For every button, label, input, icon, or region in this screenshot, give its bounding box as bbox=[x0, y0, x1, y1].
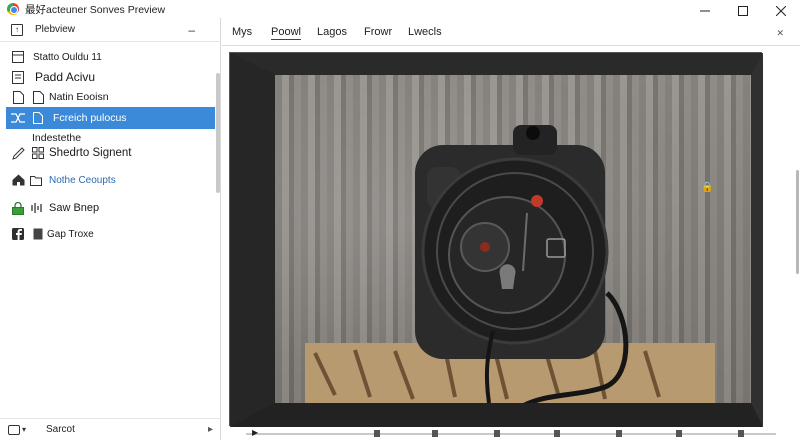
app-logo-icon bbox=[7, 3, 19, 15]
collapse-button[interactable]: – bbox=[188, 23, 195, 37]
tab-mys[interactable]: Mys bbox=[232, 26, 252, 38]
sidebar-header-label: Plebview bbox=[35, 24, 76, 35]
sidebar-item-saw[interactable]: Saw Bnep bbox=[0, 198, 216, 218]
tab-lwecls[interactable]: Lwecls bbox=[408, 26, 442, 38]
sidebar-item-label: Saw Bnep bbox=[49, 202, 100, 214]
sidebar-item-label: Nothe Ceoupts bbox=[49, 174, 116, 186]
timeline[interactable]: ▶ bbox=[246, 427, 776, 440]
footer-label: Sarcot bbox=[46, 424, 75, 435]
window-title: 最好acteuner Sonves Preview bbox=[25, 3, 166, 16]
lock-badge-icon: 🔒 bbox=[701, 182, 714, 193]
audio-icon bbox=[31, 201, 45, 215]
chevron-down-icon[interactable]: ▾ bbox=[22, 425, 26, 434]
maximize-icon bbox=[738, 6, 748, 16]
timeline-marker[interactable] bbox=[554, 430, 560, 437]
sidebar-item-label: Padd Acivu bbox=[35, 70, 96, 84]
sidebar-item-nothe[interactable]: Nothe Ceoupts bbox=[0, 170, 216, 190]
layers-icon bbox=[31, 227, 45, 241]
shuffle-icon bbox=[11, 111, 25, 125]
timeline-marker[interactable] bbox=[432, 430, 438, 437]
sidebar-item-label: Fcreich pulocus bbox=[53, 112, 127, 124]
upload-icon: ↑ bbox=[11, 23, 23, 36]
grid-icon bbox=[31, 146, 45, 160]
pencil-icon bbox=[11, 146, 25, 160]
sidebar-item-label: Natin Eooisn bbox=[49, 91, 109, 103]
preview-photo bbox=[275, 75, 751, 403]
minimize-icon bbox=[700, 10, 710, 12]
timeline-marker[interactable] bbox=[738, 430, 744, 437]
lock-icon bbox=[11, 201, 25, 215]
timeline-marker[interactable] bbox=[374, 430, 380, 437]
sidebar: ↑ Plebview – Statto Ouldu 11 Padd Acivu bbox=[0, 18, 221, 440]
preview-scrollbar[interactable] bbox=[796, 170, 799, 274]
sidebar-header: ↑ Plebview – bbox=[0, 18, 221, 42]
close-tab-icon[interactable]: ✕ bbox=[776, 28, 784, 39]
timeline-marker[interactable] bbox=[616, 430, 622, 437]
image-preview bbox=[229, 52, 763, 427]
sidebar-item-padd[interactable]: Padd Acivu bbox=[0, 67, 216, 87]
close-icon bbox=[776, 6, 786, 16]
tab-lagos[interactable]: Lagos bbox=[317, 26, 347, 38]
sidebar-item-label: Statto Ouldu 11 bbox=[33, 52, 102, 63]
page-icon bbox=[11, 90, 25, 104]
sidebar-item-shedrto[interactable]: Shedrto Signent bbox=[0, 143, 216, 163]
camera-photo bbox=[305, 125, 715, 403]
playhead-icon[interactable]: ▶ bbox=[252, 428, 258, 437]
statto-label: Statto Ouldu 11 bbox=[33, 51, 102, 63]
folder-icon bbox=[29, 173, 43, 187]
right-panel bbox=[766, 52, 800, 426]
tab-frowr[interactable]: Frowr bbox=[364, 26, 392, 38]
tab-bar: Mys Poowl Lagos Frowr Lwecls ✕ bbox=[222, 18, 800, 46]
layout-icon bbox=[11, 50, 25, 64]
sidebar-item-gap[interactable]: Gap Troxe bbox=[0, 224, 216, 244]
tab-poowl[interactable]: Poowl bbox=[271, 26, 301, 40]
timeline-marker[interactable] bbox=[494, 430, 500, 437]
scroll-right-icon[interactable]: ▸ bbox=[208, 424, 213, 435]
app-window: 最好acteuner Sonves Preview ↑ Plebview – S… bbox=[0, 0, 800, 440]
home-icon bbox=[11, 173, 25, 187]
sidebar-item-statto[interactable]: Statto Ouldu 11 bbox=[0, 47, 216, 67]
timeline-track bbox=[246, 433, 776, 435]
sidebar-item-fcreich[interactable]: Fcreich pulocus bbox=[6, 107, 215, 129]
timeline-marker[interactable] bbox=[676, 430, 682, 437]
sidebar-scrollbar[interactable] bbox=[216, 73, 220, 193]
sidebar-item-natin[interactable]: Natin Eooisn bbox=[0, 87, 216, 107]
sidebar-footer: ▾ Sarcot ▸ bbox=[0, 418, 221, 440]
page-icon bbox=[31, 111, 45, 125]
file-icon bbox=[31, 90, 45, 104]
document-icon bbox=[11, 70, 25, 84]
title-bar: 最好acteuner Sonves Preview bbox=[0, 0, 800, 18]
sidebar-item-label: Gap Troxe bbox=[47, 228, 94, 240]
facebook-icon bbox=[11, 227, 25, 241]
panel-icon[interactable] bbox=[8, 424, 20, 435]
sidebar-item-label: Shedrto Signent bbox=[49, 147, 132, 159]
